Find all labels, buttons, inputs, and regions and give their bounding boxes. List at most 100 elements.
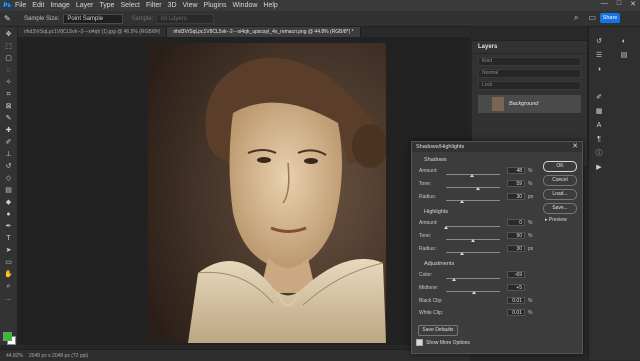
- menu-image[interactable]: Image: [50, 2, 69, 9]
- menu-file[interactable]: File: [15, 2, 26, 9]
- photoshop-logo[interactable]: Ps: [2, 1, 12, 10]
- midtone-input[interactable]: +5: [507, 284, 525, 291]
- eraser-tool-icon[interactable]: ◇: [3, 175, 14, 183]
- midtone-label: Midtone:: [419, 285, 439, 291]
- show-more-options-checkbox[interactable]: Show More Options: [416, 339, 470, 346]
- shadows-radius-label: Radius:: [419, 194, 436, 200]
- search-icon[interactable]: ⌕: [574, 13, 578, 23]
- shadows-tone-slider[interactable]: [446, 187, 500, 188]
- highlights-amount-input[interactable]: 0: [507, 219, 525, 226]
- move-tool-icon[interactable]: ✥: [3, 31, 14, 39]
- save-button[interactable]: Save...: [543, 203, 577, 214]
- info-icon[interactable]: ⓘ: [594, 149, 604, 158]
- history-brush-icon[interactable]: ↺: [3, 163, 14, 171]
- actions-icon[interactable]: ▶: [594, 163, 604, 172]
- libraries-icon[interactable]: ▤: [619, 51, 629, 60]
- pen-tool-icon[interactable]: ✒: [3, 223, 14, 231]
- menu-plugins[interactable]: Plugins: [204, 2, 227, 9]
- shadows-radius-slider[interactable]: [446, 200, 500, 201]
- share-button[interactable]: Share: [600, 13, 620, 23]
- clone-stamp-icon[interactable]: ⊥: [3, 151, 14, 159]
- white-clip-input[interactable]: 0.01: [507, 309, 525, 316]
- menu-layer[interactable]: Layer: [76, 2, 94, 9]
- highlights-radius-slider[interactable]: [446, 252, 500, 253]
- color-input[interactable]: -69: [507, 271, 525, 278]
- color-knob[interactable]: [452, 278, 457, 281]
- dodge-tool-icon[interactable]: ●: [3, 211, 14, 219]
- paragraph-icon[interactable]: ¶: [594, 135, 604, 144]
- shadows-amount-knob[interactable]: [469, 174, 474, 177]
- sample-select[interactable]: All Layers: [156, 13, 215, 24]
- color-panel-icon[interactable]: ◐: [619, 37, 629, 46]
- black-clip-input[interactable]: 0.01: [507, 297, 525, 304]
- canvas-area[interactable]: [18, 37, 470, 345]
- shadows-tone-knob[interactable]: [475, 187, 480, 190]
- shadows-tone-input[interactable]: 59: [507, 180, 525, 187]
- highlights-radius-input[interactable]: 30: [507, 245, 525, 252]
- menu-help[interactable]: Help: [263, 2, 277, 9]
- adjustments-icon[interactable]: ◑: [594, 65, 604, 74]
- checkbox-icon[interactable]: [416, 339, 423, 346]
- brush-panel-icon[interactable]: ✐: [594, 93, 604, 102]
- eyedropper-icon[interactable]: ✎: [4, 14, 16, 23]
- highlights-tone-input[interactable]: 50: [507, 232, 525, 239]
- healing-brush-icon[interactable]: ✚: [3, 127, 14, 135]
- blend-mode-select[interactable]: Normal: [478, 69, 581, 78]
- frame-tool-icon[interactable]: ⊠: [3, 103, 14, 111]
- menu-3d[interactable]: 3D: [168, 2, 177, 9]
- midtone-knob[interactable]: [472, 291, 477, 294]
- brush-tool-icon[interactable]: ✐: [3, 139, 14, 147]
- menu-select[interactable]: Select: [121, 2, 140, 9]
- highlights-amount-knob[interactable]: [444, 226, 448, 229]
- history-icon[interactable]: ↺: [594, 37, 604, 46]
- shadows-radius-input[interactable]: 30: [507, 193, 525, 200]
- menu-filter[interactable]: Filter: [146, 2, 162, 9]
- layer-row-background[interactable]: Background: [478, 95, 581, 113]
- zoom-readout[interactable]: 44.82%: [6, 353, 23, 359]
- save-defaults-button[interactable]: Save Defaults: [418, 325, 458, 336]
- sample-size-select[interactable]: Point Sample: [63, 13, 124, 24]
- tab-document-2[interactable]: rihd3VrSqLpc1V8CL5vk--2---xi4qh_upscayl_…: [167, 27, 361, 37]
- menu-edit[interactable]: Edit: [32, 2, 44, 9]
- minimize-button[interactable]: —: [601, 0, 608, 8]
- document-image[interactable]: [148, 43, 386, 343]
- crop-tool-icon[interactable]: ⌗: [3, 91, 14, 99]
- foreground-color-swatch[interactable]: [3, 332, 12, 341]
- workspace-icon[interactable]: ▭: [588, 13, 596, 23]
- blur-tool-icon[interactable]: ◆: [3, 199, 14, 207]
- highlights-radius-knob[interactable]: [460, 252, 465, 255]
- dialog-close-icon[interactable]: ✕: [572, 142, 578, 152]
- gradient-tool-icon[interactable]: ▤: [3, 187, 14, 195]
- lasso-tool-icon[interactable]: ◌: [3, 67, 14, 75]
- lock-row[interactable]: Lock: [478, 81, 581, 90]
- shadows-amount-input[interactable]: 48: [507, 167, 525, 174]
- path-select-icon[interactable]: ➤: [3, 247, 14, 255]
- hand-tool-icon[interactable]: ✋: [3, 271, 14, 279]
- menu-type[interactable]: Type: [99, 2, 114, 9]
- maximize-button[interactable]: □: [617, 0, 621, 8]
- artboard-tool-icon[interactable]: ⬚: [3, 43, 14, 51]
- layers-panel-title[interactable]: Layers: [472, 41, 587, 54]
- eyedropper-tool-icon[interactable]: ✎: [3, 115, 14, 123]
- highlights-tone-knob[interactable]: [471, 239, 475, 242]
- type-tool-icon[interactable]: T: [3, 235, 14, 243]
- load-button[interactable]: Load...: [543, 189, 577, 200]
- close-window-button[interactable]: ✕: [630, 0, 636, 8]
- ok-button[interactable]: OK: [543, 161, 577, 172]
- more-tools-icon[interactable]: …: [3, 295, 14, 303]
- layer-filter-kind[interactable]: Kind: [478, 57, 581, 66]
- marquee-tool-icon[interactable]: ▢: [3, 55, 14, 63]
- menu-window[interactable]: Window: [233, 2, 258, 9]
- shadows-radius-knob[interactable]: [460, 200, 465, 203]
- shape-tool-icon[interactable]: ▭: [3, 259, 14, 267]
- tab-document-1[interactable]: rihd3VrSqLpc1V8CL5vk--2---xi4qh (1).jpg …: [18, 27, 168, 37]
- cancel-button[interactable]: Cancel: [543, 175, 577, 186]
- quick-select-tool-icon[interactable]: ✧: [3, 79, 14, 87]
- menu-view[interactable]: View: [183, 2, 198, 9]
- swatches-icon[interactable]: ▦: [594, 107, 604, 116]
- character-icon[interactable]: A: [594, 121, 604, 130]
- zoom-tool-icon[interactable]: ⌕: [3, 283, 14, 291]
- properties-icon[interactable]: ☰: [594, 51, 604, 60]
- highlights-amount-slider[interactable]: [446, 226, 500, 227]
- preview-checkbox[interactable]: ▸ Preview: [545, 217, 567, 223]
